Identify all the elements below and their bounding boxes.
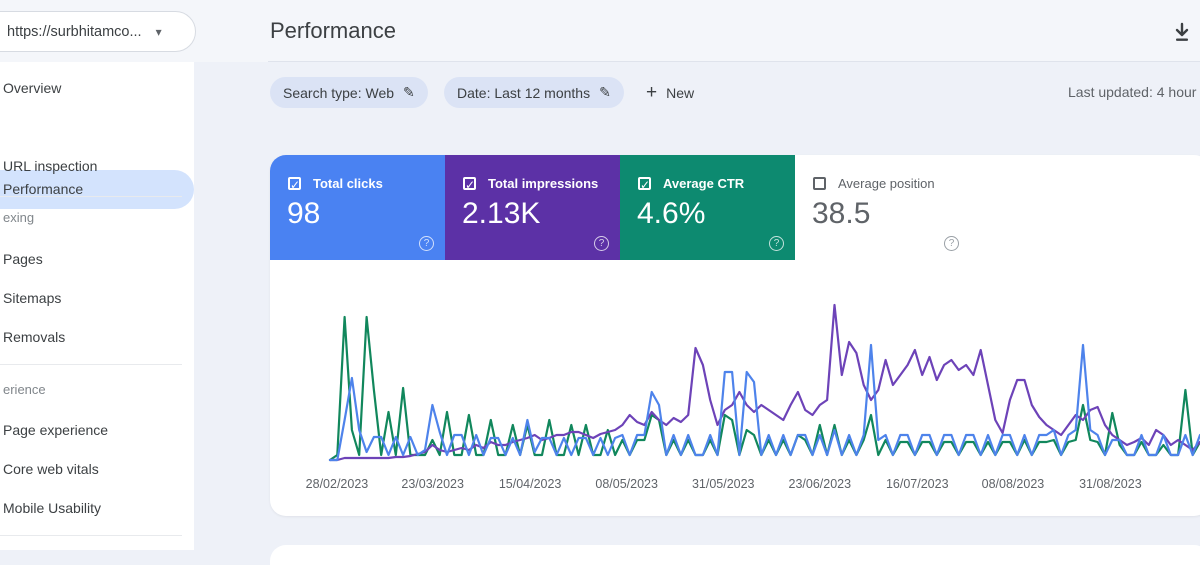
metric-tile-average-position[interactable]: Average position 38.5 ? (795, 155, 970, 260)
download-icon[interactable] (1168, 18, 1196, 46)
x-axis-label: 31/05/2023 (692, 477, 755, 491)
sidebar-section-indexing: exing (0, 203, 194, 233)
metric-tile-total-impressions[interactable]: ✓ Total impressions 2.13K ? (445, 155, 620, 260)
sidebar-item-overview[interactable]: Overview (0, 69, 194, 108)
help-icon[interactable]: ? (769, 236, 784, 251)
sidebar: Overview Performance URL inspection exin… (0, 62, 194, 550)
x-axis-label: 16/07/2023 (886, 477, 949, 491)
sidebar-divider (0, 535, 182, 536)
x-axis-label: 08/05/2023 (595, 477, 658, 491)
chart-series-average-ctr (330, 317, 1200, 460)
metric-tile-average-ctr[interactable]: ✓ Average CTR 4.6% ? (620, 155, 795, 260)
chart-series-total-impressions (330, 305, 1200, 460)
help-icon[interactable]: ? (944, 236, 959, 251)
help-icon[interactable]: ? (594, 236, 609, 251)
next-card-top-edge (270, 545, 1200, 565)
help-icon[interactable]: ? (419, 236, 434, 251)
sidebar-item-url-inspection[interactable]: URL inspection (0, 147, 194, 186)
sidebar-item-mobile-usability[interactable]: Mobile Usability (0, 489, 194, 528)
x-axis-label: 28/02/2023 (306, 477, 369, 491)
property-url: https://surbhitamco... (7, 24, 142, 40)
performance-line-chart[interactable] (270, 270, 1200, 470)
x-axis-label: 23/03/2023 (401, 477, 464, 491)
x-axis-label: 31/08/2023 (1079, 477, 1142, 491)
checkbox-unchecked-icon[interactable] (813, 177, 826, 190)
x-axis: 28/02/2023 23/03/2023 15/04/2023 08/05/2023… (270, 477, 1200, 497)
filter-chip-date[interactable]: Date: Last 12 months ✎ (444, 77, 624, 108)
checkbox-checked-icon[interactable]: ✓ (288, 177, 301, 190)
sidebar-divider (0, 364, 182, 365)
x-axis-label: 08/08/2023 (982, 477, 1045, 491)
header-divider (268, 61, 1200, 62)
sidebar-item-sitemaps[interactable]: Sitemaps (0, 279, 194, 318)
plus-icon: + (646, 82, 657, 104)
checkbox-checked-icon[interactable]: ✓ (463, 177, 476, 190)
new-filter-button[interactable]: + New (646, 77, 694, 108)
sidebar-item-core-web-vitals[interactable]: Core web vitals (0, 450, 194, 489)
last-updated-text: Last updated: 4 hour (1068, 84, 1196, 100)
sidebar-item-pages[interactable]: Pages (0, 240, 194, 279)
sidebar-item-page-experience[interactable]: Page experience (0, 411, 194, 450)
checkbox-checked-icon[interactable]: ✓ (638, 177, 651, 190)
edit-pencil-icon: ✎ (599, 84, 611, 101)
sidebar-section-experience: erience (0, 375, 194, 405)
x-axis-label: 15/04/2023 (499, 477, 562, 491)
metric-tile-total-clicks[interactable]: ✓ Total clicks 98 ? (270, 155, 445, 260)
x-axis-label: 23/06/2023 (789, 477, 852, 491)
sidebar-item-removals[interactable]: Removals (0, 318, 194, 357)
chevron-down-icon: ▾ (156, 25, 162, 39)
sidebar-divider (0, 196, 182, 197)
property-selector-dropdown[interactable]: https://surbhitamco... ▾ (0, 11, 196, 52)
edit-pencil-icon: ✎ (403, 84, 415, 101)
page-title: Performance (270, 18, 396, 44)
filter-chip-search-type[interactable]: Search type: Web ✎ (270, 77, 428, 108)
performance-card: ✓ Total clicks 98 ? ✓ Total impressions … (270, 155, 1200, 516)
